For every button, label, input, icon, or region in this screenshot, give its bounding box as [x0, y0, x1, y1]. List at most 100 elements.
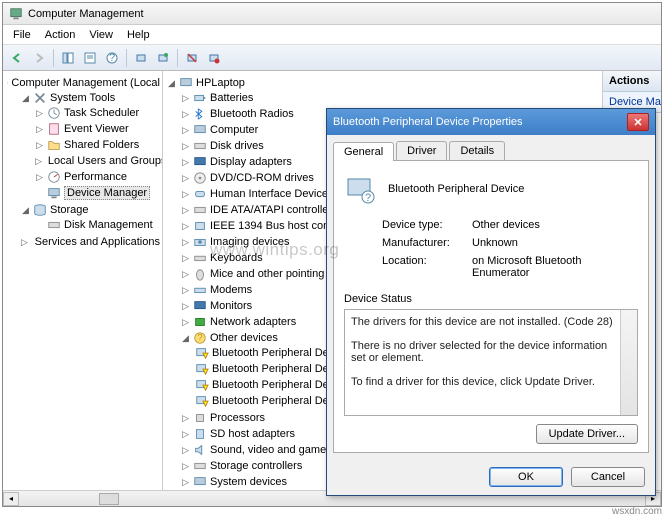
expand-icon[interactable]: ▷ — [181, 126, 190, 135]
device-hid[interactable]: Human Interface Devices — [210, 188, 334, 200]
sidebar-item-device-manager[interactable]: Device Manager — [64, 186, 150, 200]
tab-driver[interactable]: Driver — [396, 141, 447, 160]
titlebar: Computer Management — [3, 3, 661, 25]
device-disk-drives[interactable]: Disk drives — [210, 140, 264, 152]
sidebar-item-performance[interactable]: Performance — [64, 171, 127, 183]
status-textbox[interactable]: The drivers for this device are not inst… — [344, 309, 638, 416]
device-bpd[interactable]: Bluetooth Peripheral Devic — [212, 379, 342, 391]
sidebar-item-storage[interactable]: Storage — [50, 204, 89, 216]
clock-icon — [47, 106, 61, 120]
sidebar-item-shared-folders[interactable]: Shared Folders — [64, 139, 139, 151]
svg-text:?: ? — [197, 333, 202, 344]
imaging-icon — [193, 235, 207, 249]
expand-icon[interactable]: ▷ — [181, 222, 190, 231]
sidebar-item-systools[interactable]: System Tools — [50, 92, 115, 104]
expand-icon[interactable]: ▷ — [181, 158, 190, 167]
menu-action[interactable]: Action — [39, 27, 82, 43]
dialog-footer: OK Cancel — [327, 459, 655, 495]
device-computer[interactable]: Computer — [210, 124, 258, 136]
device-ide[interactable]: IDE ATA/ATAPI controllers — [210, 204, 338, 216]
update-driver-button[interactable] — [153, 48, 173, 68]
help-button[interactable]: ? — [102, 48, 122, 68]
scroll-thumb[interactable] — [99, 493, 119, 505]
expand-icon[interactable]: ▷ — [181, 462, 190, 471]
event-icon — [47, 122, 61, 136]
update-driver-button[interactable]: Update Driver... — [536, 424, 638, 444]
device-display[interactable]: Display adapters — [210, 156, 292, 168]
sidebar-item-disk-management[interactable]: Disk Management — [64, 219, 153, 231]
expand-icon[interactable]: ▷ — [181, 270, 190, 279]
expand-icon[interactable]: ▷ — [181, 254, 190, 263]
sidebar-item-task-scheduler[interactable]: Task Scheduler — [64, 107, 139, 119]
device-modems[interactable]: Modems — [210, 284, 252, 296]
collapse-icon[interactable]: ◢ — [21, 206, 30, 215]
expand-icon[interactable]: ▷ — [181, 302, 190, 311]
sidebar-item-event-viewer[interactable]: Event Viewer — [64, 123, 129, 135]
uninstall-button[interactable] — [182, 48, 202, 68]
tab-general[interactable]: General — [333, 142, 394, 161]
collapse-icon[interactable]: ◢ — [21, 94, 30, 103]
cancel-button[interactable]: Cancel — [571, 467, 645, 487]
properties-dialog: Bluetooth Peripheral Device Properties ✕… — [326, 108, 656, 496]
monitor-icon — [193, 299, 207, 313]
menu-view[interactable]: View — [83, 27, 119, 43]
device-imaging[interactable]: Imaging devices — [210, 236, 290, 248]
forward-button[interactable] — [29, 48, 49, 68]
collapse-icon[interactable]: ◢ — [167, 79, 176, 88]
tab-details[interactable]: Details — [449, 141, 505, 160]
device-batteries[interactable]: Batteries — [210, 92, 253, 104]
expand-icon[interactable]: ▷ — [35, 125, 44, 134]
sdhost-icon — [193, 427, 207, 441]
device-bpd[interactable]: Bluetooth Peripheral Devic — [212, 363, 342, 375]
expand-icon[interactable]: ▷ — [181, 94, 190, 103]
console-tree[interactable]: Computer Management (Local ◢ System Tools… — [3, 71, 163, 490]
device-sysdev[interactable]: System devices — [210, 476, 287, 488]
device-keyboards[interactable]: Keyboards — [210, 252, 263, 264]
device-storagectrl[interactable]: Storage controllers — [210, 460, 302, 472]
device-other[interactable]: Other devices — [210, 332, 278, 344]
expand-icon[interactable]: ▷ — [181, 142, 190, 151]
expand-icon[interactable]: ▷ — [181, 206, 190, 215]
expand-icon[interactable]: ▷ — [181, 174, 190, 183]
scroll-left-button[interactable]: ◂ — [3, 492, 19, 506]
device-monitors[interactable]: Monitors — [210, 300, 252, 312]
device-dvd[interactable]: DVD/CD-ROM drives — [210, 172, 314, 184]
expand-icon[interactable]: ▷ — [181, 190, 190, 199]
disable-button[interactable] — [204, 48, 224, 68]
expand-icon[interactable]: ▷ — [35, 109, 44, 118]
back-button[interactable] — [7, 48, 27, 68]
expand-icon[interactable]: ▷ — [35, 141, 44, 150]
device-root[interactable]: HPLaptop — [196, 77, 245, 89]
device-bpd[interactable]: Bluetooth Peripheral Devic — [212, 347, 342, 359]
device-bluetooth-radios[interactable]: Bluetooth Radios — [210, 108, 294, 120]
device-processors[interactable]: Processors — [210, 412, 265, 424]
expand-icon[interactable]: ▷ — [181, 286, 190, 295]
sidebar-item-services[interactable]: Services and Applications — [35, 236, 160, 248]
expand-icon[interactable]: ▷ — [181, 110, 190, 119]
collapse-icon[interactable]: ◢ — [181, 334, 190, 343]
expand-icon[interactable]: ▷ — [181, 318, 190, 327]
expand-icon[interactable]: ▷ — [21, 238, 28, 247]
device-bpd[interactable]: Bluetooth Peripheral Devic — [212, 395, 342, 407]
status-line-1: The drivers for this device are not inst… — [351, 316, 619, 328]
properties-button[interactable] — [80, 48, 100, 68]
close-button[interactable]: ✕ — [627, 113, 649, 131]
computer-icon — [179, 76, 193, 90]
device-network[interactable]: Network adapters — [210, 316, 296, 328]
show-hide-tree-button[interactable] — [58, 48, 78, 68]
menu-file[interactable]: File — [7, 27, 37, 43]
device-sdhost[interactable]: SD host adapters — [210, 428, 295, 440]
expand-icon[interactable]: ▷ — [181, 238, 190, 247]
expand-icon[interactable]: ▷ — [181, 430, 190, 439]
expand-icon[interactable]: ▷ — [35, 173, 44, 182]
ok-button[interactable]: OK — [489, 467, 563, 487]
expand-icon[interactable]: ▷ — [35, 157, 42, 166]
sidebar-item-local-users[interactable]: Local Users and Groups — [48, 155, 163, 167]
menu-help[interactable]: Help — [121, 27, 156, 43]
expand-icon[interactable]: ▷ — [181, 414, 190, 423]
expand-icon[interactable]: ▷ — [181, 446, 190, 455]
tree-root[interactable]: Computer Management (Local — [11, 77, 160, 89]
expand-icon[interactable]: ▷ — [181, 478, 190, 487]
scan-hardware-button[interactable] — [131, 48, 151, 68]
dialog-titlebar[interactable]: Bluetooth Peripheral Device Properties ✕ — [327, 109, 655, 135]
